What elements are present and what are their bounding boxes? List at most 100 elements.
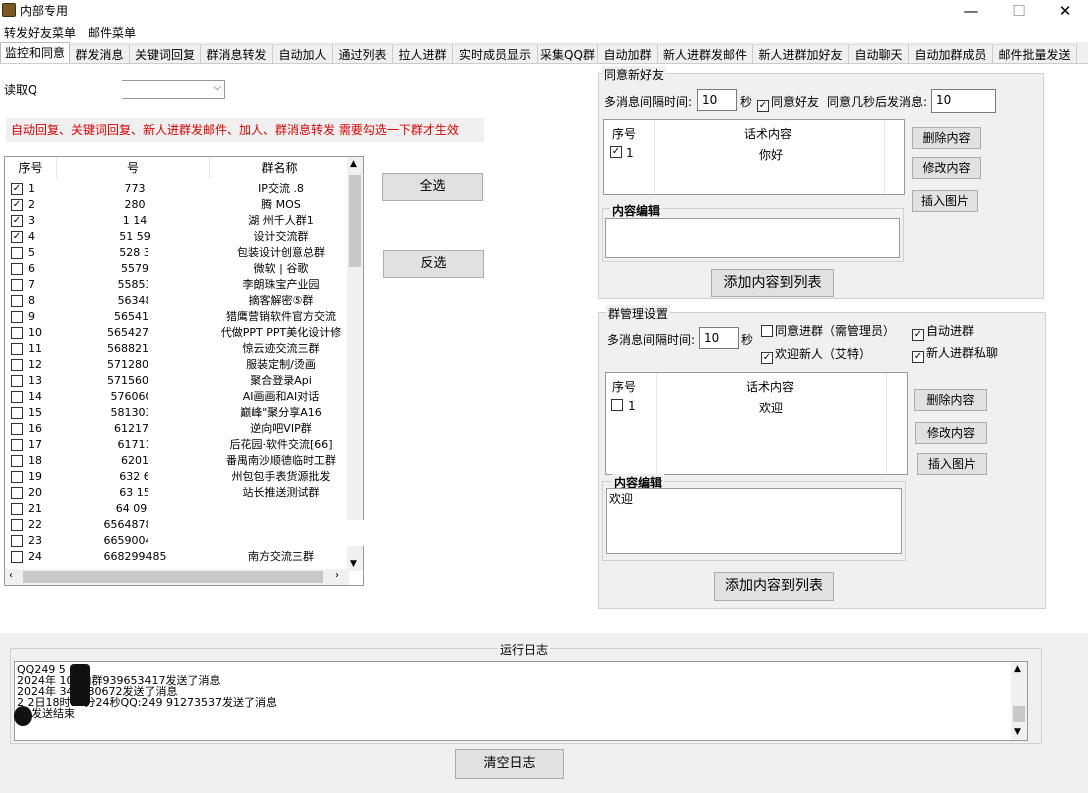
groupmgr-modify-button[interactable]: 修改内容	[915, 422, 987, 444]
col-header-name[interactable]: 群名称	[210, 157, 350, 179]
checkbox-icon[interactable]	[11, 551, 23, 563]
checkbox-icon[interactable]	[761, 325, 773, 337]
groupmgr-add-button[interactable]: 添加内容到列表	[714, 572, 834, 601]
checkbox-icon[interactable]	[11, 295, 23, 307]
vertical-scrollbar[interactable]: ▲ ▼	[347, 157, 363, 571]
friend-reply-list[interactable]: 序号 话术内容 ✓ 1 你好	[603, 119, 905, 195]
table-row[interactable]: ✓ 4 51 59 设计交流群	[5, 229, 349, 245]
checkbox-icon[interactable]	[11, 423, 23, 435]
checkbox-icon[interactable]	[11, 391, 23, 403]
friend-interval-input[interactable]: 10	[697, 89, 737, 111]
checkbox-icon[interactable]: ✓	[11, 199, 23, 211]
clear-log-button[interactable]: 清空日志	[455, 749, 564, 779]
tab-batch-mail[interactable]: 邮件批量发送	[993, 44, 1077, 64]
groupmgr-delete-button[interactable]: 删除内容	[914, 389, 987, 411]
menu-mail[interactable]: 邮件菜单	[88, 24, 136, 41]
col-header-index[interactable]: 序号	[612, 378, 636, 395]
list-item[interactable]: 1 欢迎	[606, 397, 906, 415]
checkbox-icon[interactable]	[11, 439, 23, 451]
checkbox-icon[interactable]: ✓	[912, 329, 924, 341]
checkbox-icon[interactable]	[11, 455, 23, 467]
groupmgr-interval-input[interactable]: 10	[699, 327, 739, 349]
checkbox-icon[interactable]	[11, 343, 23, 355]
checkbox-icon[interactable]: ✓	[610, 146, 622, 158]
friend-modify-button[interactable]: 修改内容	[912, 157, 981, 179]
scroll-down-icon[interactable]: ▼	[1014, 727, 1021, 738]
tab-auto-add-members[interactable]: 自动加群成员	[909, 44, 993, 64]
col-header-index[interactable]: 序号	[5, 157, 57, 179]
maximize-button[interactable]: ☐	[996, 0, 1042, 22]
hscroll-thumb[interactable]	[23, 571, 323, 583]
checkbox-icon[interactable]	[11, 535, 23, 547]
newcomer-pm-checkbox[interactable]: ✓ 新人进群私聊	[912, 344, 998, 363]
scroll-up-icon[interactable]: ▲	[350, 159, 357, 169]
horizontal-scrollbar[interactable]: ‹ ›	[5, 569, 349, 585]
col-header-index[interactable]: 序号	[612, 125, 636, 142]
col-header-content[interactable]: 话术内容	[744, 125, 792, 142]
checkbox-icon[interactable]	[11, 375, 23, 387]
tab-monitor[interactable]: 监控和同意	[0, 42, 70, 64]
tab-collect-groups[interactable]: 采集QQ群	[538, 44, 598, 64]
checkbox-icon[interactable]: ✓	[912, 351, 924, 363]
select-all-button[interactable]: 全选	[382, 173, 483, 201]
tab-pull-group[interactable]: 拉人进群	[393, 44, 453, 64]
tab-pass-list[interactable]: 通过列表	[333, 44, 393, 64]
checkbox-icon[interactable]	[11, 263, 23, 275]
scroll-thumb[interactable]	[1013, 706, 1025, 722]
friend-insert-image-button[interactable]: 插入图片	[912, 190, 978, 212]
checkbox-icon[interactable]: ✓	[757, 100, 769, 112]
log-textarea[interactable]: QQ249 5 2024年 100向群939653417发送了消息 2024年 …	[14, 661, 1028, 741]
tab-group-forward[interactable]: 群消息转发	[201, 44, 273, 64]
tab-auto-chat[interactable]: 自动聊天	[849, 44, 909, 64]
tab-realtime-members[interactable]: 实时成员显示	[453, 44, 538, 64]
scroll-right-icon[interactable]: ›	[335, 570, 339, 581]
checkbox-icon[interactable]	[11, 279, 23, 291]
checkbox-icon[interactable]	[11, 487, 23, 499]
tab-mass-message[interactable]: 群发消息	[70, 44, 130, 64]
list-item[interactable]: ✓ 1 你好	[604, 144, 904, 162]
friend-delay-input[interactable]: 10	[931, 89, 996, 113]
table-row[interactable]: ✓ 2 280 腾 MOS	[5, 197, 349, 213]
checkbox-icon[interactable]	[11, 519, 23, 531]
welcome-checkbox[interactable]: ✓ 欢迎新人（艾特）	[761, 345, 871, 364]
checkbox-icon[interactable]	[11, 407, 23, 419]
checkbox-icon[interactable]	[11, 247, 23, 259]
tab-keyword-reply[interactable]: 关键词回复	[130, 44, 201, 64]
checkbox-icon[interactable]	[611, 399, 623, 411]
groupmgr-insert-image-button[interactable]: 插入图片	[917, 453, 987, 475]
checkbox-icon[interactable]: ✓	[11, 183, 23, 195]
minimize-button[interactable]: —	[948, 0, 994, 22]
menu-forward-friends[interactable]: 转发好友菜单	[4, 24, 76, 41]
checkbox-icon[interactable]: ✓	[11, 215, 23, 227]
friend-add-button[interactable]: 添加内容到列表	[711, 269, 834, 297]
auto-join-checkbox[interactable]: ✓ 自动进群	[912, 322, 974, 341]
col-header-content[interactable]: 话术内容	[746, 378, 794, 395]
groupmgr-reply-list[interactable]: 序号 话术内容 1 欢迎	[605, 372, 908, 475]
checkbox-icon[interactable]: ✓	[761, 352, 773, 364]
scroll-up-icon[interactable]: ▲	[1014, 664, 1021, 675]
scroll-thumb[interactable]	[349, 175, 361, 267]
scroll-left-icon[interactable]: ‹	[9, 570, 13, 581]
log-scrollbar[interactable]: ▲ ▼	[1011, 662, 1027, 740]
tab-auto-join[interactable]: 自动加群	[598, 44, 658, 64]
tab-newcomer-friend[interactable]: 新人进群加好友	[753, 44, 849, 64]
invert-select-button[interactable]: 反选	[383, 250, 484, 278]
table-row[interactable]: ✓ 3 1 14 湖 州千人群1	[5, 213, 349, 229]
checkbox-icon[interactable]	[11, 327, 23, 339]
close-button[interactable]: ✕	[1042, 0, 1088, 22]
tab-auto-add[interactable]: 自动加人	[273, 44, 333, 64]
friend-delete-button[interactable]: 删除内容	[912, 127, 981, 149]
checkbox-icon[interactable]	[11, 359, 23, 371]
table-row[interactable]: 24 668299485 南方交流三群	[5, 549, 349, 565]
agree-friend-checkbox[interactable]: ✓ 同意好友	[757, 93, 819, 112]
groupmgr-edit-textarea[interactable]: 欢迎	[606, 488, 902, 554]
checkbox-icon[interactable]	[11, 471, 23, 483]
friend-edit-textarea[interactable]	[605, 218, 900, 258]
tab-newcomer-mail[interactable]: 新人进群发邮件	[658, 44, 753, 64]
scroll-down-icon[interactable]: ▼	[350, 559, 357, 569]
checkbox-icon[interactable]	[11, 503, 23, 515]
col-header-qq[interactable]: 号	[57, 157, 210, 179]
checkbox-icon[interactable]	[11, 311, 23, 323]
table-row[interactable]: ✓ 1 773 IP交流 .8	[5, 181, 349, 197]
checkbox-icon[interactable]: ✓	[11, 231, 23, 243]
